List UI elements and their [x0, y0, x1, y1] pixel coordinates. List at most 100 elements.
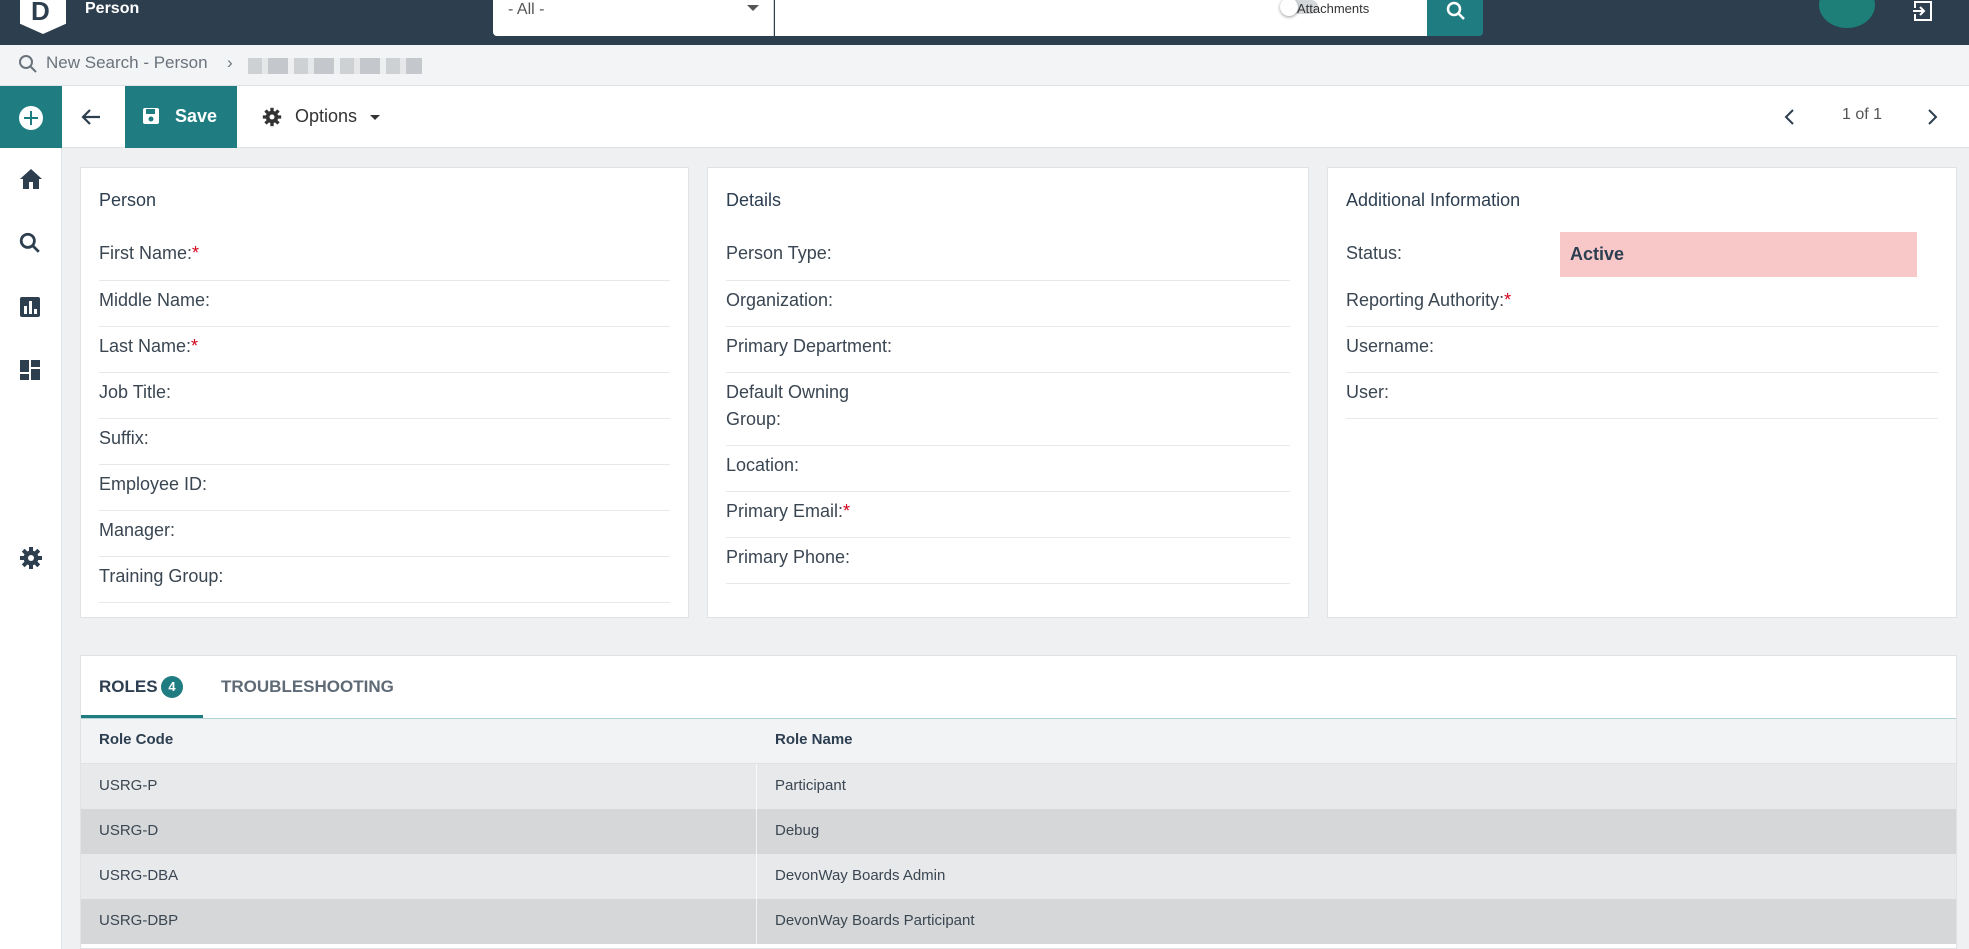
field-label: Location:	[726, 455, 800, 475]
field-label: Reporting Authority:*	[1346, 290, 1512, 310]
field-label: Primary Phone:	[726, 547, 851, 567]
role-name-cell: Debug	[775, 822, 820, 839]
field-label: Person Type:	[726, 243, 832, 263]
search-icon	[1446, 1, 1465, 20]
primary-email-field[interactable]: Primary Email:*	[726, 492, 1290, 538]
tab-label: TROUBLESHOOTING	[221, 677, 394, 696]
chevron-left-icon[interactable]	[1782, 106, 1798, 128]
chevron-right-icon[interactable]	[1924, 106, 1940, 128]
gear-icon[interactable]	[19, 546, 43, 570]
suffix-field[interactable]: Suffix:	[99, 419, 670, 465]
bar-chart-icon[interactable]	[19, 296, 41, 318]
save-icon	[143, 108, 159, 124]
search-icon[interactable]	[19, 232, 41, 254]
dashboard-icon[interactable]	[19, 359, 41, 381]
status-badge: Active	[1560, 232, 1917, 277]
tab-troubleshooting[interactable]: TROUBLESHOOTING	[221, 656, 401, 718]
save-button[interactable]: Save	[125, 86, 237, 148]
panel-title: Person	[99, 190, 157, 210]
chevron-down-icon	[747, 5, 759, 11]
role-code-cell: USRG-D	[99, 822, 159, 839]
related-tabs-card: ROLES 4 TROUBLESHOOTING Role Code Role N…	[80, 655, 1957, 949]
tab-label: ROLES	[99, 677, 158, 696]
primary-phone-field[interactable]: Primary Phone:	[726, 538, 1290, 584]
person-type-field[interactable]: Person Type:	[726, 234, 1290, 281]
default-owning-group-field[interactable]: Default Owning Group:	[726, 373, 1290, 446]
field-label: Organization:	[726, 290, 834, 310]
breadcrumb-separator: ›	[227, 53, 233, 72]
column-separator	[756, 764, 757, 809]
home-icon[interactable]	[19, 168, 43, 190]
field-label: Username:	[1346, 336, 1435, 356]
column-separator	[756, 854, 757, 899]
gear-icon	[262, 107, 282, 127]
arrow-left-icon[interactable]	[80, 106, 102, 128]
options-button[interactable]: Options	[262, 86, 392, 148]
avatar[interactable]	[1819, 0, 1875, 28]
field-label: First Name:*	[99, 243, 200, 263]
plus-icon	[19, 106, 43, 130]
field-label: Job Title:	[99, 382, 172, 402]
role-code-cell: USRG-DBP	[99, 912, 179, 929]
user-field[interactable]: User:	[1346, 373, 1938, 419]
caret-down-icon	[370, 115, 380, 120]
job-title-field[interactable]: Job Title:	[99, 373, 670, 419]
field-label: Manager:	[99, 520, 176, 540]
app-title: Person	[85, 0, 140, 17]
logout-icon[interactable]	[1911, 0, 1935, 22]
save-label: Save	[175, 106, 218, 126]
breadcrumb-link-new-search[interactable]: New Search - Person	[46, 53, 208, 73]
person-panel: Person First Name:* Middle Name: Last Na…	[80, 167, 689, 618]
field-label: Last Name:*	[99, 336, 199, 356]
reporting-authority-field[interactable]: Reporting Authority:*	[1346, 281, 1938, 327]
organization-field[interactable]: Organization:	[726, 281, 1290, 327]
column-separator	[756, 809, 757, 854]
field-label: Middle Name:	[99, 290, 211, 310]
username-field[interactable]: Username:	[1346, 327, 1938, 373]
field-label: Primary Email:*	[726, 501, 851, 521]
search-scope-select[interactable]: - All -	[493, 0, 774, 36]
table-row[interactable]: USRG-DBP DevonWay Boards Participant	[81, 899, 1956, 944]
roles-count-badge: 4	[161, 676, 183, 698]
role-name-cell: Participant	[775, 777, 846, 794]
breadcrumb-current-redacted	[248, 58, 422, 74]
add-button[interactable]	[0, 86, 62, 148]
table-row[interactable]: USRG-DBA DevonWay Boards Admin	[81, 854, 1956, 899]
details-panel: Details Person Type: Organization: Prima…	[707, 167, 1309, 618]
search-input[interactable]: Attachments	[775, 0, 1427, 36]
search-icon	[19, 55, 37, 73]
tab-roles[interactable]: ROLES 4	[81, 656, 203, 718]
role-code-cell: USRG-DBA	[99, 867, 179, 884]
search-button[interactable]	[1427, 0, 1483, 36]
primary-department-field[interactable]: Primary Department:	[726, 327, 1290, 373]
logo-letter: D	[31, 0, 50, 26]
field-label: Primary Department:	[726, 336, 893, 356]
role-code-cell: USRG-P	[99, 777, 158, 794]
column-header-role-code[interactable]: Role Code	[99, 731, 173, 748]
role-name-cell: DevonWay Boards Admin	[775, 867, 946, 884]
column-separator	[756, 899, 757, 944]
column-header-role-name[interactable]: Role Name	[775, 731, 853, 748]
top-bar: D Person - All - Attachments	[0, 0, 1969, 45]
options-label: Options	[295, 106, 358, 126]
table-row[interactable]: USRG-P Participant	[81, 764, 1956, 809]
field-label: User:	[1346, 382, 1390, 402]
middle-name-field[interactable]: Middle Name:	[99, 281, 670, 327]
panel-title: Additional Information	[1346, 190, 1521, 210]
additional-information-panel: Additional Information Status: Active Re…	[1327, 167, 1957, 618]
first-name-field[interactable]: First Name:*	[99, 234, 670, 281]
field-label: Employee ID:	[99, 474, 208, 494]
manager-field[interactable]: Manager:	[99, 511, 670, 557]
location-field[interactable]: Location:	[726, 446, 1290, 492]
table-row[interactable]: USRG-D Debug	[81, 809, 1956, 854]
training-group-field[interactable]: Training Group:	[99, 557, 670, 603]
last-name-field[interactable]: Last Name:*	[99, 327, 670, 373]
toggle-knob	[1280, 0, 1298, 16]
field-label: Status:	[1346, 243, 1403, 263]
table-header: Role Code Role Name	[81, 719, 1956, 764]
employee-id-field[interactable]: Employee ID:	[99, 465, 670, 511]
role-name-cell: DevonWay Boards Participant	[775, 912, 975, 929]
toolbar: Save Options 1 of 1	[62, 86, 1969, 148]
status-field[interactable]: Status: Active	[1346, 232, 1938, 281]
panel-title: Details	[726, 190, 782, 210]
